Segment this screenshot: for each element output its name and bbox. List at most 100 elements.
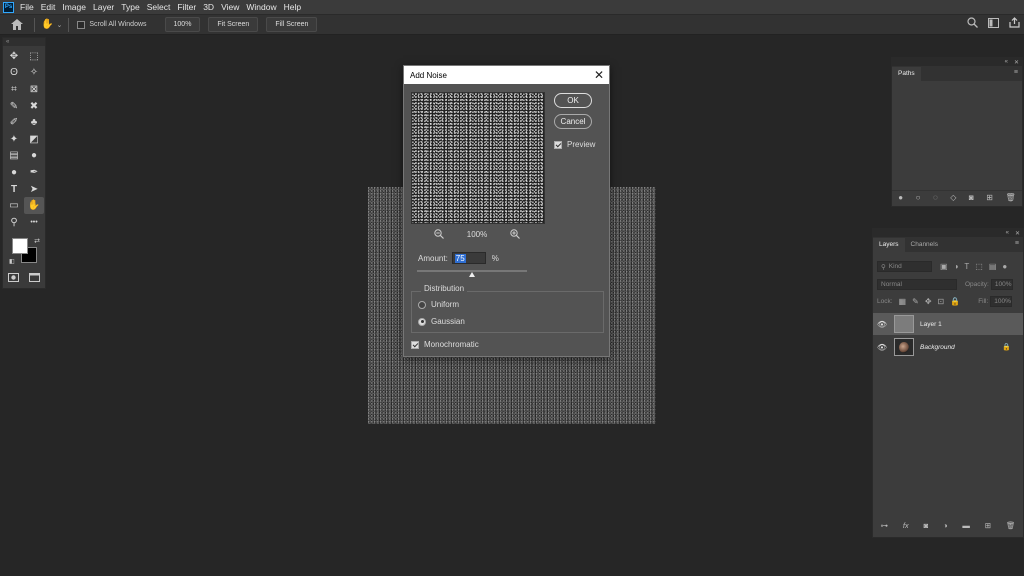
path-selection-icon[interactable]: ➤: [24, 181, 44, 198]
screen-mode-icon[interactable]: [29, 272, 40, 282]
amount-input[interactable]: 75: [451, 252, 486, 264]
filter-smart-object-icon[interactable]: ▤: [989, 262, 997, 271]
quick-mask-icon[interactable]: [8, 272, 19, 282]
frame-icon[interactable]: ⊠: [24, 81, 44, 98]
close-icon[interactable]: ✕: [594, 68, 604, 82]
menu-edit[interactable]: Edit: [41, 2, 56, 12]
panel-menu-icon[interactable]: ≡: [1014, 69, 1018, 76]
collapse-panel-icon[interactable]: «: [1005, 59, 1008, 65]
panel-menu-icon[interactable]: ≡: [1015, 240, 1019, 247]
menu-image[interactable]: Image: [62, 2, 86, 12]
adjustment-layer-icon[interactable]: ◑: [943, 521, 948, 530]
menu-window[interactable]: Window: [246, 2, 276, 12]
menu-layer[interactable]: Layer: [93, 2, 114, 12]
uniform-option[interactable]: Uniform: [418, 300, 459, 309]
filter-shape-icon[interactable]: ⬚: [975, 262, 983, 271]
close-panel-icon[interactable]: ✕: [1015, 230, 1020, 237]
fit-screen-button[interactable]: Fit Screen: [208, 17, 259, 32]
lock-artboard-icon[interactable]: ⊡: [938, 297, 945, 306]
pen-icon[interactable]: ✒: [24, 164, 44, 181]
gaussian-radio[interactable]: [418, 317, 426, 326]
new-layer-icon[interactable]: ⊞: [985, 521, 991, 530]
load-selection-icon[interactable]: ◌: [933, 193, 938, 202]
link-layers-icon[interactable]: ⊶: [880, 521, 888, 530]
menu-file[interactable]: File: [20, 2, 34, 12]
amount-slider-thumb[interactable]: [469, 272, 475, 277]
kind-filter-select[interactable]: ⚲ Kind: [877, 261, 932, 272]
brush-icon[interactable]: ✐: [4, 114, 24, 131]
menu-view[interactable]: View: [221, 2, 239, 12]
new-group-icon[interactable]: ▬: [962, 521, 970, 530]
collapse-panel-icon[interactable]: «: [1006, 230, 1009, 236]
fill-screen-button[interactable]: Fill Screen: [266, 17, 318, 32]
zoom-in-icon[interactable]: [510, 229, 520, 239]
zoom-icon[interactable]: ⚲: [4, 214, 24, 231]
collapse-toolbar-icon[interactable]: «: [3, 38, 45, 46]
add-mask-icon[interactable]: ◙: [969, 193, 974, 202]
lasso-icon[interactable]: ʘ: [4, 65, 24, 82]
stroke-path-icon[interactable]: ○: [916, 193, 921, 202]
share-icon[interactable]: [1009, 17, 1020, 28]
monochromatic-checkbox[interactable]: [411, 340, 419, 349]
layer-row-background[interactable]: 👁 Background 🔒: [873, 336, 1023, 358]
eye-icon[interactable]: 👁: [873, 343, 891, 352]
menu-3d[interactable]: 3D: [203, 2, 214, 12]
ok-button[interactable]: OK: [554, 93, 592, 108]
menu-select[interactable]: Select: [147, 2, 171, 12]
tab-paths[interactable]: Paths: [892, 67, 921, 81]
hand-icon[interactable]: ✋: [24, 197, 44, 214]
lock-transparent-icon[interactable]: ▦: [899, 297, 907, 306]
layer-style-icon[interactable]: fx: [903, 521, 909, 530]
make-work-path-icon[interactable]: ◇: [950, 193, 956, 202]
cancel-button[interactable]: Cancel: [554, 114, 592, 129]
add-mask-icon[interactable]: ◙: [924, 521, 929, 530]
uniform-radio[interactable]: [418, 300, 426, 309]
marquee-icon[interactable]: ⬚: [24, 48, 44, 65]
filter-adjustment-icon[interactable]: ◑: [954, 262, 959, 271]
rectangle-icon[interactable]: ▭: [4, 197, 24, 214]
crop-icon[interactable]: ⌗: [4, 81, 24, 98]
dodge-icon[interactable]: ●: [4, 164, 24, 181]
new-path-icon[interactable]: ⊞: [986, 193, 993, 202]
trash-icon[interactable]: 🗑: [1006, 521, 1016, 530]
hand-tool-preset-icon[interactable]: ✋: [41, 19, 53, 30]
filter-pixel-icon[interactable]: ▣: [940, 262, 948, 271]
trash-icon[interactable]: 🗑: [1006, 193, 1016, 202]
filter-toggle-icon[interactable]: ●: [1002, 262, 1007, 271]
search-icon[interactable]: [967, 17, 978, 28]
preview-checkbox[interactable]: [554, 140, 562, 149]
blend-mode-select[interactable]: Normal: [877, 279, 957, 290]
zoom-100-button[interactable]: 100%: [164, 17, 201, 32]
history-brush-icon[interactable]: ✦: [4, 131, 24, 148]
lock-position-icon[interactable]: ✥: [925, 297, 932, 306]
noise-preview[interactable]: [411, 92, 545, 224]
menu-type[interactable]: Type: [121, 2, 139, 12]
eraser-icon[interactable]: ◩: [24, 131, 44, 148]
workspace-icon[interactable]: [988, 17, 999, 28]
amount-slider-track[interactable]: [417, 270, 527, 277]
gaussian-option[interactable]: Gaussian: [418, 317, 465, 326]
layer-row-layer-1[interactable]: 👁 Layer 1: [873, 313, 1023, 335]
foreground-color-swatch[interactable]: [12, 237, 28, 254]
blur-icon[interactable]: ●: [24, 148, 44, 165]
type-icon[interactable]: T: [4, 181, 24, 198]
fill-input[interactable]: 100%: [990, 296, 1013, 307]
stamp-icon[interactable]: ♣: [24, 114, 44, 131]
magic-wand-icon[interactable]: ✧: [24, 65, 44, 82]
opacity-input[interactable]: 100%: [990, 279, 1013, 290]
zoom-out-icon[interactable]: [434, 229, 444, 239]
healing-brush-icon[interactable]: ✖: [24, 98, 44, 115]
tab-layers[interactable]: Layers: [873, 238, 905, 252]
filter-type-icon[interactable]: T: [964, 262, 969, 271]
chevron-down-icon[interactable]: ⌄: [56, 21, 62, 29]
more-tools-icon[interactable]: •••: [24, 214, 44, 231]
tab-channels[interactable]: Channels: [905, 238, 944, 252]
move-icon[interactable]: ✥: [4, 48, 24, 65]
default-colors-icon[interactable]: ◧: [9, 258, 15, 265]
eye-icon[interactable]: 👁: [873, 320, 891, 329]
home-icon[interactable]: [6, 17, 28, 33]
swap-colors-icon[interactable]: ⇄: [34, 237, 40, 245]
close-panel-icon[interactable]: ✕: [1014, 59, 1019, 66]
fill-path-icon[interactable]: ●: [898, 193, 903, 202]
scroll-all-windows-checkbox[interactable]: [77, 20, 86, 29]
